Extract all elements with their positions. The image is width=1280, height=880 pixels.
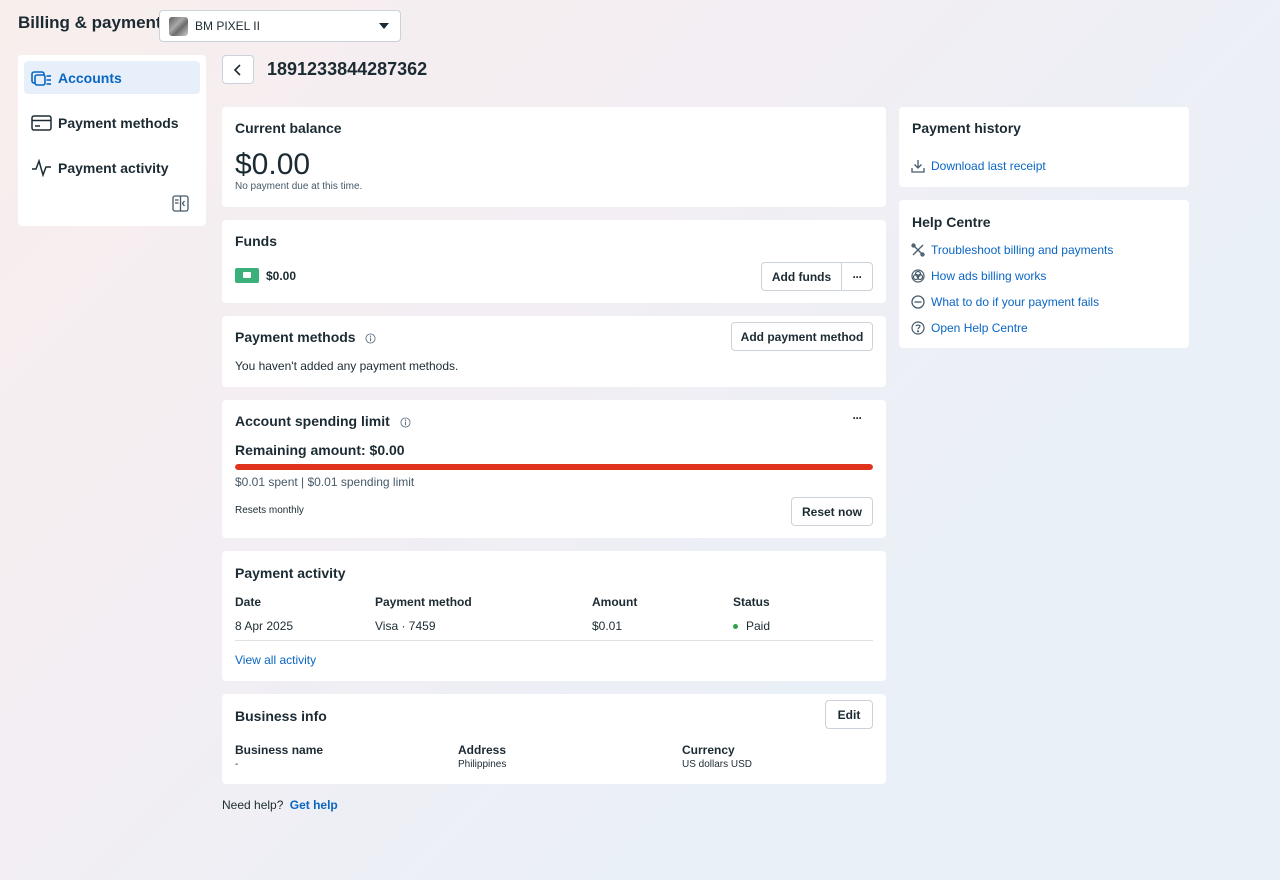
sidebar-item-label: Accounts (58, 69, 122, 86)
payment-methods-title: Payment methods (235, 329, 377, 345)
table-divider (235, 640, 873, 641)
spending-limit-title: Account spending limit (235, 413, 411, 429)
spending-limit-title-text: Account spending limit (235, 413, 390, 429)
reset-now-button[interactable]: Reset now (791, 497, 873, 526)
payment-activity-title: Payment activity (235, 565, 346, 581)
credit-card-icon (30, 112, 52, 134)
help-link-label: Troubleshoot billing and payments (931, 243, 1114, 257)
get-help-link[interactable]: Get help (290, 798, 338, 812)
column-header-status: Status (733, 595, 770, 609)
info-icon[interactable] (365, 333, 377, 344)
status-dot-paid (733, 624, 738, 630)
resets-monthly-text: Resets monthly (235, 505, 304, 516)
sidebar-item-accounts[interactable]: Accounts (24, 61, 200, 94)
column-header-amount: Amount (592, 595, 638, 609)
sidebar-item-payment-methods[interactable]: Payment methods (24, 106, 200, 139)
chevron-down-icon (379, 23, 389, 29)
help-centre-title: Help Centre (912, 214, 991, 230)
business-name-value: - (235, 759, 239, 770)
address-value: Philippines (458, 759, 507, 770)
download-last-receipt-label: Download last receipt (931, 159, 1046, 173)
payment-methods-empty-text: You haven't added any payment methods. (235, 359, 459, 373)
accounts-icon (30, 67, 52, 89)
business-info-title: Business info (235, 708, 327, 724)
spending-limit-card: Account spending limit ··· Remaining amo… (222, 400, 886, 538)
help-link-label: What to do if your payment fails (931, 295, 1100, 309)
spending-summary: $0.01 spent | $0.01 spending limit (235, 475, 415, 489)
help-link-payment-fails[interactable]: What to do if your payment fails (911, 295, 1099, 309)
table-row[interactable]: 8 Apr 2025 Visa · 7459 $0.01 Paid (222, 613, 886, 640)
add-funds-button[interactable]: Add funds (761, 262, 842, 291)
help-link-label: Open Help Centre (931, 321, 1028, 335)
page-title: Billing & payments (18, 13, 172, 32)
wallet-icon (235, 268, 259, 283)
edit-business-info-button[interactable]: Edit (825, 700, 873, 729)
business-info-card: Business info Edit Business name - Addre… (222, 694, 886, 784)
column-header-payment-method: Payment method (375, 595, 472, 609)
funds-title: Funds (235, 233, 277, 249)
current-balance-title: Current balance (235, 120, 342, 136)
sidebar-item-payment-activity[interactable]: Payment activity (24, 151, 200, 184)
row-amount: $0.01 (592, 619, 623, 633)
help-link-open-help-centre[interactable]: Open Help Centre (911, 321, 1028, 335)
account-selector-dropdown[interactable]: BM PIXEL II (159, 10, 401, 42)
tools-icon (911, 243, 925, 257)
help-link-troubleshoot[interactable]: Troubleshoot billing and payments (911, 243, 1113, 257)
payment-history-title: Payment history (912, 120, 1021, 136)
remaining-amount: Remaining amount: $0.00 (235, 442, 405, 458)
account-selector-value: BM PIXEL II (195, 19, 260, 33)
chevron-left-icon (233, 63, 241, 76)
payment-methods-title-text: Payment methods (235, 329, 356, 345)
help-centre-card: Help Centre Troubleshoot billing and pay… (899, 200, 1189, 348)
question-circle-icon (911, 321, 925, 335)
spending-progress-bar (235, 464, 873, 470)
row-status-text: Paid (746, 619, 771, 633)
currency-label: Currency (682, 743, 735, 757)
address-label: Address (458, 743, 507, 757)
funds-card: Funds $0.00 Add funds ··· (222, 220, 886, 303)
minus-circle-icon (911, 295, 925, 309)
need-help-row: Need help? Get help (222, 798, 338, 812)
back-button[interactable] (222, 55, 254, 84)
spending-limit-more-button[interactable]: ··· (843, 411, 871, 425)
account-avatar (169, 16, 188, 36)
help-link-billing-works[interactable]: How ads billing works (911, 269, 1046, 283)
row-date: 8 Apr 2025 (235, 619, 294, 633)
info-icon[interactable] (400, 417, 411, 428)
account-id-heading: 1891233844287362 (267, 59, 428, 79)
payment-methods-card: Payment methods Add payment method You h… (222, 316, 886, 387)
current-balance-note: No payment due at this time. (235, 181, 363, 192)
row-payment-method: Visa · 7459 (375, 619, 436, 633)
current-balance-amount: $0.00 (235, 148, 311, 181)
billing-circles-icon (911, 269, 925, 283)
need-help-text: Need help? (222, 798, 284, 812)
column-header-date: Date (235, 595, 262, 609)
sidebar-item-label: Payment activity (58, 159, 169, 176)
add-payment-method-button[interactable]: Add payment method (731, 322, 873, 351)
spending-progress-fill (235, 464, 873, 470)
download-last-receipt-link[interactable]: Download last receipt (911, 159, 1046, 173)
download-icon (911, 160, 925, 173)
payment-history-card: Payment history Download last receipt (899, 107, 1189, 187)
sidebar: Accounts Payment methods Payment activit… (18, 55, 206, 226)
payment-activity-card: Payment activity Date Payment method Amo… (222, 551, 886, 681)
view-all-activity-link[interactable]: View all activity (235, 653, 316, 667)
currency-value: US dollars USD (682, 759, 753, 770)
collapse-panel-icon[interactable] (172, 195, 192, 215)
funds-more-button[interactable]: ··· (841, 262, 873, 291)
sidebar-item-label: Payment methods (58, 114, 179, 131)
activity-pulse-icon (30, 157, 52, 179)
help-link-label: How ads billing works (931, 269, 1047, 283)
current-balance-card: Current balance $0.00 No payment due at … (222, 107, 886, 207)
row-status: Paid (733, 619, 770, 633)
funds-amount: $0.00 (266, 269, 297, 283)
business-name-label: Business name (235, 743, 324, 757)
